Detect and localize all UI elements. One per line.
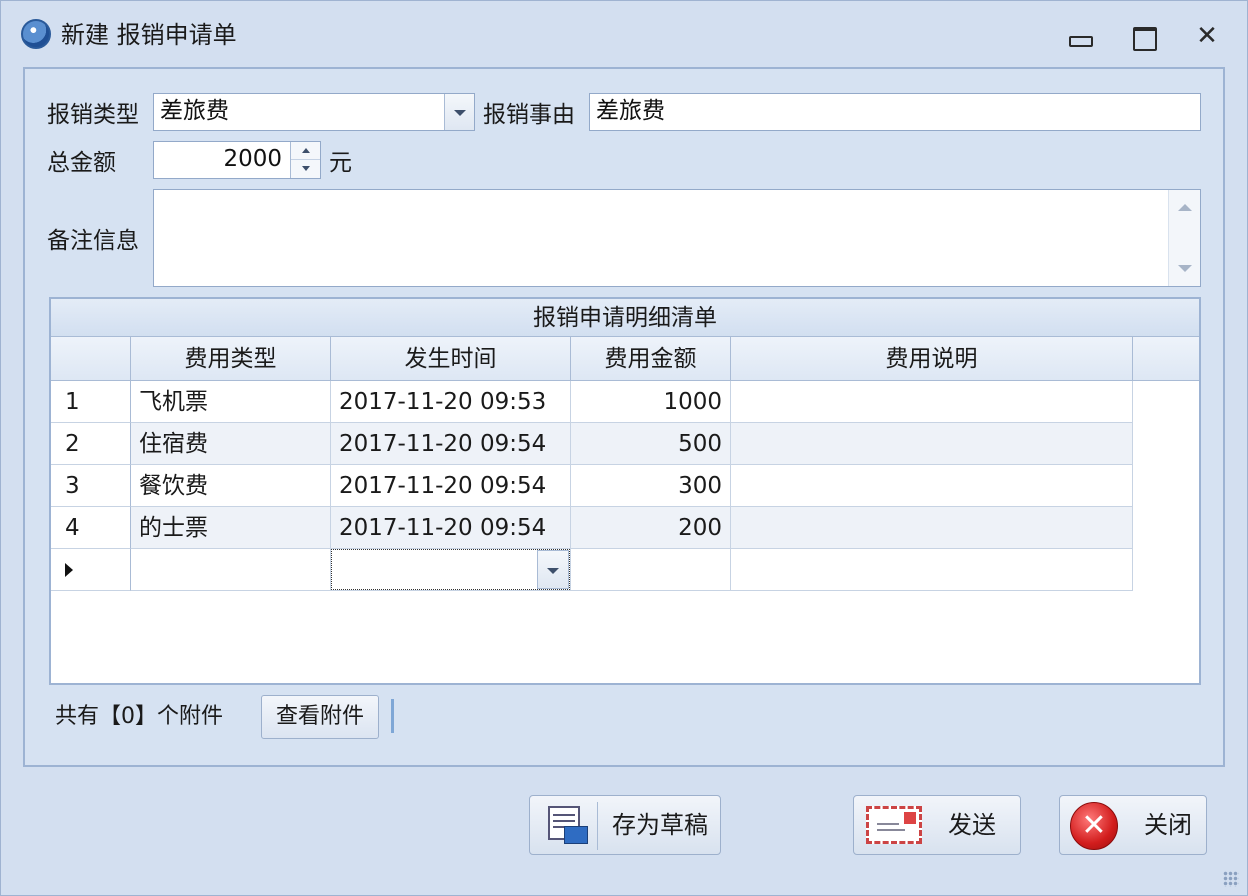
cell-time[interactable]: 2017-11-20 09:54 bbox=[331, 423, 571, 465]
cell-amount[interactable]: 500 bbox=[571, 423, 731, 465]
type-select[interactable]: 差旅费 bbox=[153, 93, 475, 131]
chevron-down-icon[interactable] bbox=[444, 94, 474, 130]
close-icon: ✕ bbox=[1070, 802, 1118, 850]
table-row[interactable]: 3 餐饮费 2017-11-20 09:54 300 bbox=[51, 465, 1133, 507]
save-draft-button[interactable]: 存为草稿 bbox=[529, 795, 721, 855]
type-label: 报销类型 bbox=[47, 102, 139, 128]
amount-label: 总金额 bbox=[47, 150, 116, 176]
envelope-icon bbox=[866, 806, 922, 844]
cell-amount[interactable]: 1000 bbox=[571, 381, 731, 423]
header-type[interactable]: 费用类型 bbox=[131, 337, 331, 381]
new-cell-type[interactable] bbox=[131, 549, 331, 591]
spin-up-icon[interactable] bbox=[291, 142, 320, 160]
detail-grid[interactable]: 报销申请明细清单 费用类型 发生时间 费用金额 费用说明 1 飞机票 2017-… bbox=[49, 297, 1201, 685]
maximize-button[interactable] bbox=[1123, 19, 1163, 53]
minimize-button[interactable] bbox=[1059, 19, 1099, 53]
scroll-up-icon[interactable] bbox=[1178, 204, 1192, 211]
row-index: 2 bbox=[51, 423, 131, 465]
attachment-suffix: 个附件 bbox=[157, 704, 224, 729]
header-time[interactable]: 发生时间 bbox=[331, 337, 571, 381]
new-cell-time[interactable] bbox=[331, 549, 571, 591]
cell-type[interactable]: 飞机票 bbox=[131, 381, 331, 423]
reason-label: 报销事由 bbox=[483, 102, 575, 128]
note-label: 备注信息 bbox=[47, 228, 139, 254]
attachment-count: 共有【0】个附件 bbox=[55, 701, 223, 733]
cell-type[interactable]: 住宿费 bbox=[131, 423, 331, 465]
reason-input[interactable]: 差旅费 bbox=[589, 93, 1201, 131]
cell-time[interactable]: 2017-11-20 09:53 bbox=[331, 381, 571, 423]
cell-amount[interactable]: 300 bbox=[571, 465, 731, 507]
new-cell-amount[interactable] bbox=[571, 549, 731, 591]
cell-desc[interactable] bbox=[731, 423, 1133, 465]
save-draft-label: 存为草稿 bbox=[612, 811, 708, 839]
close-button[interactable]: ✕ 关闭 bbox=[1059, 795, 1207, 855]
amount-unit: 元 bbox=[329, 150, 352, 176]
row-indicator bbox=[51, 549, 131, 591]
send-label: 发送 bbox=[948, 811, 996, 839]
grid-title: 报销申请明细清单 bbox=[51, 299, 1199, 337]
cell-type[interactable]: 的士票 bbox=[131, 507, 331, 549]
amount-spinner[interactable] bbox=[290, 142, 320, 178]
close-window-button[interactable]: ✕ bbox=[1187, 19, 1227, 53]
row-index: 3 bbox=[51, 465, 131, 507]
attachment-prefix: 共有 bbox=[55, 704, 100, 729]
note-scrollbar[interactable] bbox=[1168, 190, 1200, 286]
type-select-value: 差旅费 bbox=[160, 98, 229, 124]
cell-desc[interactable] bbox=[731, 465, 1133, 507]
header-amount[interactable]: 费用金额 bbox=[571, 337, 731, 381]
amount-stepper[interactable]: 2000 bbox=[153, 141, 321, 179]
new-cell-desc[interactable] bbox=[731, 549, 1133, 591]
row-index: 1 bbox=[51, 381, 131, 423]
draft-icon bbox=[540, 802, 598, 850]
cell-time[interactable]: 2017-11-20 09:54 bbox=[331, 465, 571, 507]
amount-value: 2000 bbox=[223, 146, 282, 172]
close-label: 关闭 bbox=[1144, 811, 1192, 839]
resize-grip-icon[interactable] bbox=[1223, 871, 1239, 887]
window-title: 新建 报销申请单 bbox=[61, 21, 237, 49]
divider bbox=[391, 699, 394, 733]
table-row[interactable]: 4 的士票 2017-11-20 09:54 200 bbox=[51, 507, 1133, 549]
cell-type[interactable]: 餐饮费 bbox=[131, 465, 331, 507]
header-desc[interactable]: 费用说明 bbox=[731, 337, 1133, 381]
cell-desc[interactable] bbox=[731, 507, 1133, 549]
app-icon bbox=[21, 19, 51, 49]
cell-desc[interactable] bbox=[731, 381, 1133, 423]
grid-header: 费用类型 发生时间 费用金额 费用说明 bbox=[51, 337, 1199, 381]
reimbursement-window: 新建 报销申请单 ✕ 报销类型 差旅费 报销事由 差旅费 总金额 2000 元 … bbox=[0, 0, 1248, 896]
time-editor[interactable] bbox=[331, 549, 570, 590]
table-row[interactable]: 2 住宿费 2017-11-20 09:54 500 bbox=[51, 423, 1133, 465]
spin-down-icon[interactable] bbox=[291, 160, 320, 178]
new-row[interactable] bbox=[51, 549, 1133, 591]
table-row[interactable]: 1 飞机票 2017-11-20 09:53 1000 bbox=[51, 381, 1133, 423]
title-bar[interactable]: 新建 报销申请单 ✕ bbox=[1, 1, 1247, 67]
scroll-down-icon[interactable] bbox=[1178, 265, 1192, 272]
cell-amount[interactable]: 200 bbox=[571, 507, 731, 549]
current-row-icon bbox=[65, 563, 73, 577]
form-panel: 报销类型 差旅费 报销事由 差旅费 总金额 2000 元 备注信息 报销申请明细… bbox=[23, 67, 1225, 767]
send-button[interactable]: 发送 bbox=[853, 795, 1021, 855]
chevron-down-icon[interactable] bbox=[537, 550, 569, 589]
attachment-count-value: 【0】 bbox=[99, 704, 158, 729]
cell-time[interactable]: 2017-11-20 09:54 bbox=[331, 507, 571, 549]
row-index: 4 bbox=[51, 507, 131, 549]
header-indicator bbox=[51, 337, 131, 381]
view-attachments-button[interactable]: 查看附件 bbox=[261, 695, 379, 739]
note-textarea[interactable] bbox=[153, 189, 1201, 287]
